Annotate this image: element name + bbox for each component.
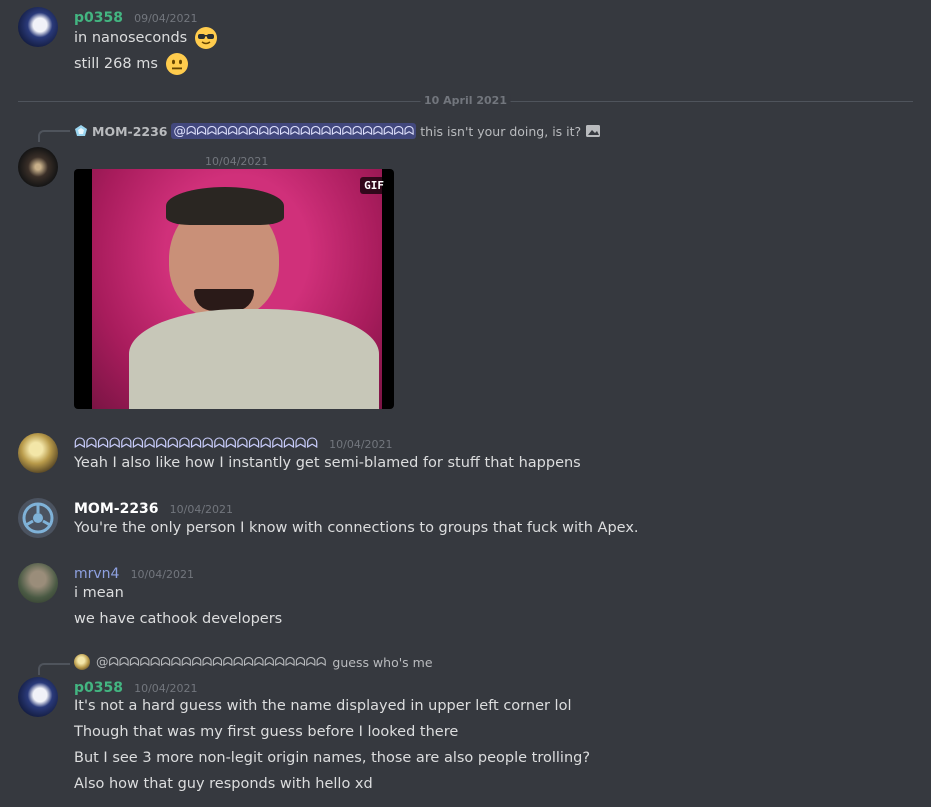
reply-mention[interactable]: @ᗣᗣᗣᗣᗣᗣᗣᗣᗣᗣᗣᗣᗣᗣᗣᗣᗣᗣᗣᗣᗣᗣ	[171, 123, 417, 139]
reply-avatar-icon	[75, 125, 87, 136]
reply-author[interactable]: MOM-2236	[92, 124, 167, 139]
reply-connector	[38, 130, 70, 142]
reply-preview[interactable]: MOM-2236 @ᗣᗣᗣᗣᗣᗣᗣᗣᗣᗣᗣᗣᗣᗣᗣᗣᗣᗣᗣᗣᗣᗣ this is…	[74, 123, 601, 139]
reply-connector	[38, 663, 70, 675]
avatar[interactable]	[18, 7, 58, 47]
image-icon	[586, 125, 601, 137]
timestamp: 10/04/2021	[130, 568, 194, 581]
avatar[interactable]	[18, 433, 58, 473]
message-line: we have cathook developers	[74, 611, 283, 627]
reply-preview[interactable]: @ᗣᗣᗣᗣᗣᗣᗣᗣᗣᗣᗣᗣᗣᗣᗣᗣᗣᗣᗣᗣᗣ guess who's me	[74, 654, 433, 670]
username[interactable]: MOM-2236	[74, 501, 159, 517]
message-line: in nanoseconds	[74, 27, 217, 49]
date-divider-label: 10 April 2021	[420, 94, 511, 107]
message-line: But I see 3 more non-legit origin names,…	[74, 750, 591, 766]
username[interactable]: mrvn4	[74, 566, 119, 582]
portal-icon	[22, 502, 54, 534]
timestamp: 09/04/2021	[134, 12, 198, 25]
reply-avatar	[74, 654, 90, 670]
avatar[interactable]	[18, 677, 58, 717]
timestamp: 10/04/2021	[169, 503, 234, 516]
message-line: Though that was my first guess before I …	[74, 724, 459, 740]
message-line: i mean	[74, 585, 124, 601]
message-line: It's not a hard guess with the name disp…	[74, 698, 572, 714]
reply-mention[interactable]: @ᗣᗣᗣᗣᗣᗣᗣᗣᗣᗣᗣᗣᗣᗣᗣᗣᗣᗣᗣᗣᗣ	[94, 654, 328, 670]
avatar[interactable]	[18, 498, 58, 538]
message-line: still 268 ms	[74, 53, 188, 75]
gif-embed[interactable]: GIF	[74, 169, 394, 409]
username[interactable]: ᗣᗣᗣᗣᗣᗣᗣᗣᗣᗣᗣᗣᗣᗣᗣᗣᗣᗣᗣᗣᗣ	[74, 436, 318, 452]
username[interactable]: p0358	[74, 680, 123, 696]
sunglasses-emoji-icon	[194, 27, 217, 49]
gif-badge: GIF	[360, 177, 388, 194]
timestamp: 10/04/2021	[205, 155, 269, 168]
message-line: Yeah I also like how I instantly get sem…	[74, 455, 581, 471]
avatar[interactable]	[18, 147, 58, 187]
timestamp: 10/04/2021	[134, 682, 198, 695]
username[interactable]: p0358	[74, 10, 123, 26]
neutral-face-emoji-icon	[165, 53, 188, 75]
avatar[interactable]	[18, 563, 58, 603]
message-line: You're the only person I know with conne…	[74, 520, 639, 536]
message-line: Also how that guy responds with hello xd	[74, 776, 373, 792]
timestamp: 10/04/2021	[329, 438, 393, 451]
reply-text: this isn't your doing, is it?	[420, 123, 582, 139]
reply-text: guess who's me	[332, 654, 433, 670]
